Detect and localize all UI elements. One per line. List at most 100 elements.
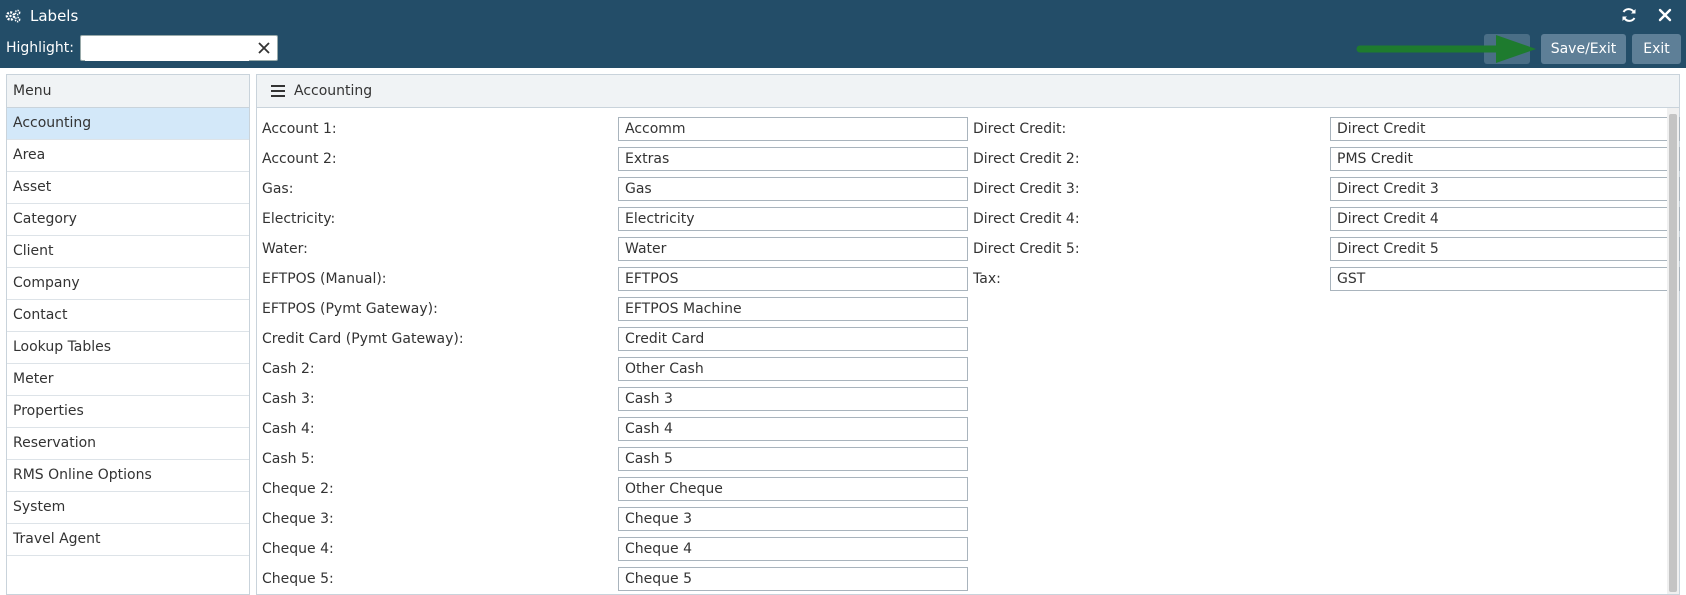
field-row: Account 2: <box>262 147 968 173</box>
field-row: Cash 2: <box>262 357 968 383</box>
field-label: EFTPOS (Manual): <box>262 271 387 287</box>
close-icon[interactable] <box>1656 6 1674 24</box>
menu-item-reservation[interactable]: Reservation <box>7 428 249 460</box>
menu-header: Menu <box>7 75 249 108</box>
scrollbar[interactable] <box>1667 108 1679 594</box>
field-label: Cash 4: <box>262 421 315 437</box>
field-row: Direct Credit 3: <box>973 177 1680 203</box>
field-label: Cheque 2: <box>262 481 334 497</box>
label-input-water[interactable] <box>618 237 968 261</box>
field-label: Direct Credit: <box>973 121 1067 137</box>
field-label: Cash 3: <box>262 391 315 407</box>
hamburger-icon[interactable] <box>271 85 285 97</box>
menu-item-accounting[interactable]: Accounting <box>7 108 249 140</box>
label-input-direct-credit-2[interactable] <box>1330 147 1680 171</box>
menu-item-meter[interactable]: Meter <box>7 364 249 396</box>
content-panel: Accounting Account 1: Account 2: Gas: Elect… <box>256 74 1680 595</box>
label-input-cash-2[interactable] <box>618 357 968 381</box>
field-label: Cheque 3: <box>262 511 334 527</box>
field-label: Electricity: <box>262 211 336 227</box>
menu-item-lookup-tables[interactable]: Lookup Tables <box>7 332 249 364</box>
field-label: EFTPOS (Pymt Gateway): <box>262 301 438 317</box>
menu-item-client[interactable]: Client <box>7 236 249 268</box>
clear-icon[interactable] <box>257 41 271 55</box>
field-row: Gas: <box>262 177 968 203</box>
label-input-cheque-5[interactable] <box>618 567 968 591</box>
section-header: Accounting <box>257 75 1679 108</box>
field-label: Direct Credit 5: <box>973 241 1080 257</box>
field-row: Tax: <box>973 267 1680 293</box>
field-row: Direct Credit 2: <box>973 147 1680 173</box>
field-row: Cheque 2: <box>262 477 968 503</box>
field-row: Direct Credit 5: <box>973 237 1680 263</box>
field-label: Direct Credit 3: <box>973 181 1080 197</box>
green-arrow-annotation <box>1356 35 1536 63</box>
field-row: Direct Credit: <box>973 117 1680 143</box>
field-row: Water: <box>262 237 968 263</box>
field-label: Account 2: <box>262 151 337 167</box>
label-input-eftpos-manual[interactable] <box>618 267 968 291</box>
menu-item-properties[interactable]: Properties <box>7 396 249 428</box>
label-input-direct-credit-4[interactable] <box>1330 207 1680 231</box>
field-label: Direct Credit 4: <box>973 211 1080 227</box>
save-exit-button[interactable]: Save/Exit <box>1541 34 1626 64</box>
field-row: Cash 4: <box>262 417 968 443</box>
label-input-cash-3[interactable] <box>618 387 968 411</box>
field-label: Water: <box>262 241 308 257</box>
field-label: Cash 2: <box>262 361 315 377</box>
label-input-cash-5[interactable] <box>618 447 968 471</box>
highlight-field[interactable] <box>80 35 278 61</box>
menu-item-area[interactable]: Area <box>7 140 249 172</box>
field-row: EFTPOS (Manual): <box>262 267 968 293</box>
menu-item-travel-agent[interactable]: Travel Agent <box>7 524 249 556</box>
label-input-direct-credit-3[interactable] <box>1330 177 1680 201</box>
label-input-cheque-3[interactable] <box>618 507 968 531</box>
menu-item-category[interactable]: Category <box>7 204 249 236</box>
label-input-cheque-4[interactable] <box>618 537 968 561</box>
refresh-icon[interactable] <box>1620 6 1638 24</box>
menu-item-company[interactable]: Company <box>7 268 249 300</box>
field-row: Account 1: <box>262 117 968 143</box>
field-row: Cheque 5: <box>262 567 968 593</box>
label-input-account-2[interactable] <box>618 147 968 171</box>
menu-panel: Menu Accounting Area Asset Category Client Co… <box>6 74 250 595</box>
field-label: Cash 5: <box>262 451 315 467</box>
window-title: Labels <box>30 7 79 25</box>
menu-item-asset[interactable]: Asset <box>7 172 249 204</box>
menu-list: Accounting Area Asset Category Client Company… <box>7 108 249 556</box>
field-row: Cash 5: <box>262 447 968 473</box>
label-input-electricity[interactable] <box>618 207 968 231</box>
field-row: EFTPOS (Pymt Gateway): <box>262 297 968 323</box>
highlight-label: Highlight: <box>6 40 74 56</box>
label-input-credit-card-pymt-gateway[interactable] <box>618 327 968 351</box>
label-input-cheque-2[interactable] <box>618 477 968 501</box>
field-label: Direct Credit 2: <box>973 151 1080 167</box>
label-input-account-1[interactable] <box>618 117 968 141</box>
field-label: Account 1: <box>262 121 337 137</box>
field-row: Electricity: <box>262 207 968 233</box>
field-label: Cheque 4: <box>262 541 334 557</box>
exit-button[interactable]: Exit <box>1632 34 1681 64</box>
label-input-direct-credit[interactable] <box>1330 117 1680 141</box>
gears-icon <box>5 9 21 23</box>
label-input-direct-credit-5[interactable] <box>1330 237 1680 261</box>
label-input-cash-4[interactable] <box>618 417 968 441</box>
field-label: Cheque 5: <box>262 571 334 587</box>
field-label: Gas: <box>262 181 294 197</box>
field-row: Cash 3: <box>262 387 968 413</box>
label-input-gas[interactable] <box>618 177 968 201</box>
field-label: Tax: <box>973 271 1001 287</box>
field-row: Credit Card (Pymt Gateway): <box>262 327 968 353</box>
menu-item-rms-online-options[interactable]: RMS Online Options <box>7 460 249 492</box>
field-row: Cheque 4: <box>262 537 968 563</box>
section-title: Accounting <box>294 83 373 99</box>
label-input-tax[interactable] <box>1330 267 1680 291</box>
scrollbar-thumb[interactable] <box>1669 114 1677 592</box>
field-row: Direct Credit 4: <box>973 207 1680 233</box>
field-label: Credit Card (Pymt Gateway): <box>262 331 464 347</box>
label-input-eftpos-pymt-gateway[interactable] <box>618 297 968 321</box>
title-bar: Labels Highlight: Save/Exit Exit <box>0 0 1686 68</box>
menu-item-contact[interactable]: Contact <box>7 300 249 332</box>
highlight-input[interactable] <box>85 37 249 61</box>
menu-item-system[interactable]: System <box>7 492 249 524</box>
